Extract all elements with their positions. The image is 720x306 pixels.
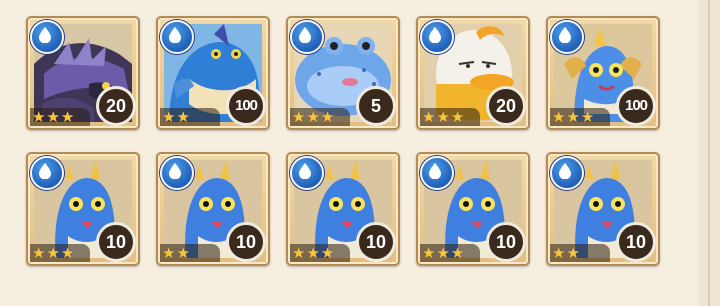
water-element-badge [160, 156, 194, 190]
star-icon: ★ [450, 243, 465, 262]
star-icon: ★ [436, 243, 450, 262]
star-rating: ★ ★ [550, 244, 610, 262]
level-badge: 20 [96, 86, 136, 126]
star-icon: ★ [580, 107, 595, 126]
star-icon: ★ [292, 107, 306, 126]
water-element-badge [290, 156, 324, 190]
level-badge: 20 [486, 86, 526, 126]
star-icon: ★ [566, 107, 580, 126]
level-badge: 10 [616, 222, 656, 262]
scrollbar-track[interactable] [698, 0, 720, 306]
water-drop-icon [169, 27, 181, 43]
star-icon: ★ [306, 107, 320, 126]
level-badge: 10 [486, 222, 526, 262]
monster-card[interactable]: ★ ★ ★ 100 [546, 16, 660, 130]
star-rating: ★ ★ ★ [550, 108, 610, 126]
water-element-badge [550, 156, 584, 190]
monster-card[interactable]: ★ ★ ★ 5 [286, 16, 400, 130]
monster-card[interactable]: ★ ★ 100 [156, 16, 270, 130]
star-icon: ★ [450, 107, 465, 126]
monster-card[interactable]: ★ ★ 10 [156, 152, 270, 266]
water-drop-icon [429, 163, 441, 179]
water-drop-icon [169, 163, 181, 179]
star-rating: ★ ★ [160, 108, 220, 126]
water-drop-icon [39, 27, 51, 43]
level-badge: 10 [96, 222, 136, 262]
water-element-badge [290, 20, 324, 54]
star-icon: ★ [566, 243, 580, 262]
star-icon: ★ [552, 107, 566, 126]
star-icon: ★ [32, 107, 46, 126]
water-drop-icon [299, 27, 311, 43]
star-rating: ★ ★ ★ [420, 244, 480, 262]
star-rating: ★ ★ [160, 244, 220, 262]
star-icon: ★ [176, 107, 190, 126]
star-icon: ★ [552, 243, 566, 262]
star-icon: ★ [46, 243, 60, 262]
water-element-badge [30, 20, 64, 54]
star-icon: ★ [32, 243, 46, 262]
water-element-badge [30, 156, 64, 190]
water-drop-icon [429, 27, 441, 43]
monster-card[interactable]: ★ ★ ★ 10 [286, 152, 400, 266]
star-rating: ★ ★ ★ [290, 244, 350, 262]
monster-inventory-panel: ★ ★ ★ 20 ★ ★ 100 ★ ★ ★ 5 ★ ★ ★ 20 ★ ★ ★ … [0, 0, 698, 306]
star-icon: ★ [60, 243, 75, 262]
water-drop-icon [299, 163, 311, 179]
water-element-badge [420, 156, 454, 190]
star-rating: ★ ★ ★ [420, 108, 480, 126]
star-icon: ★ [306, 243, 320, 262]
water-drop-icon [559, 27, 571, 43]
water-element-badge [420, 20, 454, 54]
star-rating: ★ ★ ★ [290, 108, 350, 126]
scrollbar-line [708, 0, 710, 306]
star-icon: ★ [422, 243, 436, 262]
water-element-badge [160, 20, 194, 54]
monster-card[interactable]: ★ ★ ★ 10 [416, 152, 530, 266]
water-drop-icon [559, 163, 571, 179]
star-icon: ★ [176, 243, 190, 262]
monster-card[interactable]: ★ ★ ★ 10 [26, 152, 140, 266]
monster-grid: ★ ★ ★ 20 ★ ★ 100 ★ ★ ★ 5 ★ ★ ★ 20 ★ ★ ★ … [26, 16, 660, 266]
star-rating: ★ ★ ★ [30, 108, 90, 126]
star-icon: ★ [320, 107, 335, 126]
monster-card[interactable]: ★ ★ ★ 20 [26, 16, 140, 130]
level-badge: 100 [616, 86, 656, 126]
star-icon: ★ [162, 107, 176, 126]
water-element-badge [550, 20, 584, 54]
level-badge: 100 [226, 86, 266, 126]
level-badge: 5 [356, 86, 396, 126]
water-drop-icon [39, 163, 51, 179]
level-badge: 10 [356, 222, 396, 262]
star-icon: ★ [436, 107, 450, 126]
star-icon: ★ [46, 107, 60, 126]
star-icon: ★ [422, 107, 436, 126]
level-badge: 10 [226, 222, 266, 262]
star-rating: ★ ★ ★ [30, 244, 90, 262]
star-icon: ★ [60, 107, 75, 126]
star-icon: ★ [292, 243, 306, 262]
monster-card[interactable]: ★ ★ 10 [546, 152, 660, 266]
monster-card[interactable]: ★ ★ ★ 20 [416, 16, 530, 130]
star-icon: ★ [320, 243, 335, 262]
star-icon: ★ [162, 243, 176, 262]
